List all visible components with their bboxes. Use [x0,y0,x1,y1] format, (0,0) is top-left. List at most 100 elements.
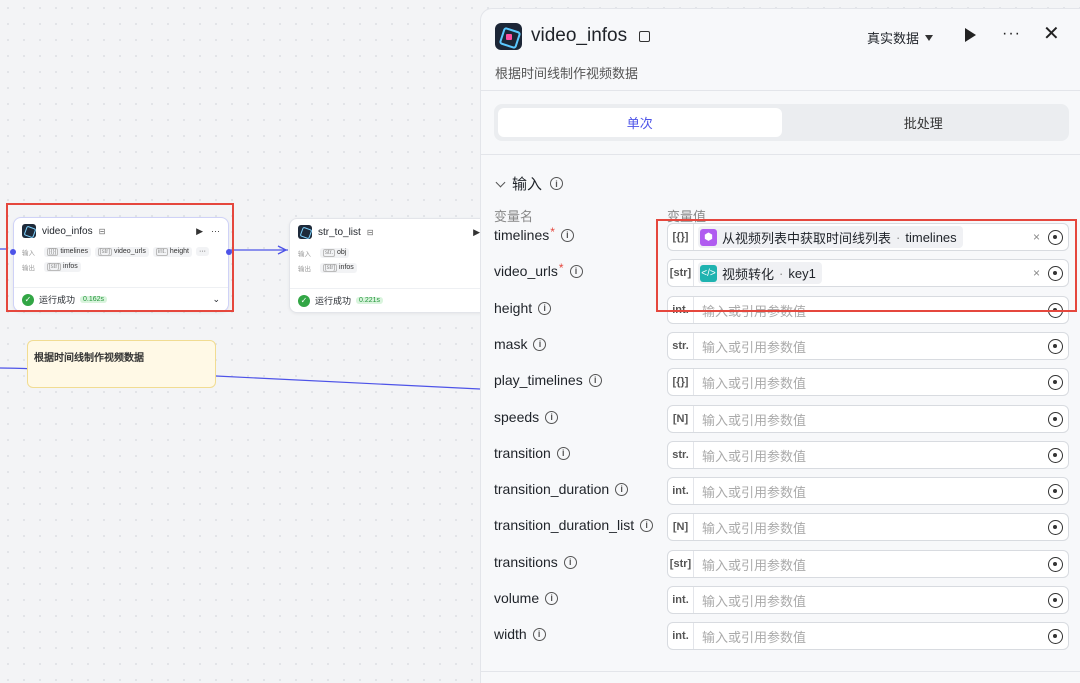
param-name: mask i [494,336,547,352]
type-tag: int. [668,623,694,649]
param-row-transition-duration: transition_duration i int. 输入或引用参数值 [494,477,1069,505]
run-mode-tabs: 单次 批处理 [494,104,1069,141]
type-tag: int. [668,478,694,504]
reference-picker-icon[interactable] [1048,448,1063,463]
info-icon[interactable]: i [533,337,547,351]
reference-picker-icon[interactable] [1048,484,1063,499]
param-value-field[interactable]: [N] 输入或引用参数值 [667,405,1069,433]
required-mark: * [550,225,555,239]
plugin-icon [298,225,312,239]
info-icon[interactable]: i [556,446,570,460]
type-tag: [N] [668,406,694,432]
input-chip: str. obj [320,247,350,258]
node-title: str_to_list [318,226,361,238]
save-icon[interactable] [639,31,650,42]
panel-footer-divider [481,671,1080,672]
param-value-field[interactable]: [N] 输入或引用参数值 [667,513,1069,541]
node-str-to-list[interactable]: str_to_list ⊟ ▶ 输入 str. obj 输出 [str] infos… [289,218,489,313]
close-button[interactable]: ✕ [1043,24,1060,44]
param-value-field[interactable]: int. 输入或引用参数值 [667,586,1069,614]
info-icon[interactable]: i [640,518,654,532]
param-value-input[interactable]: 输入或引用参数值 [702,627,806,646]
param-value-input[interactable]: 输入或引用参数值 [702,555,806,574]
save-icon: ⊟ [366,227,374,237]
param-row-speeds: speeds i [N] 输入或引用参数值 [494,405,1069,433]
node-inputs-row: 输入 str. obj [290,245,488,260]
type-tag: str. [668,333,694,359]
param-name: video_urls * i [494,261,583,279]
comment-note[interactable]: 根据时间线制作视频数据 [27,340,216,388]
type-tag: [{}] [668,369,694,395]
info-icon[interactable]: i [545,591,559,605]
param-row-transitions: transitions i [str] 输入或引用参数值 [494,550,1069,578]
reference-picker-icon[interactable] [1048,375,1063,390]
param-name: speeds i [494,409,559,425]
status-text: 运行成功 [315,296,352,306]
param-row-volume: volume i int. 输入或引用参数值 [494,586,1069,614]
param-value-field[interactable]: int. 输入或引用参数值 [667,477,1069,505]
panel-title: video_infos [531,25,628,46]
param-name: width i [494,626,546,642]
reference-picker-icon[interactable] [1048,520,1063,535]
param-row-width: width i int. 输入或引用参数值 [494,622,1069,650]
success-check-icon: ✓ [298,294,310,307]
panel-header: video_infos 根据时间线制作视频数据 真实数据 ··· ✕ [481,9,1080,91]
param-row-play-timelines: play_timelines i [{}] 输入或引用参数值 [494,368,1069,396]
param-value-input[interactable]: 输入或引用参数值 [702,373,806,392]
param-name: play_timelines i [494,372,602,388]
tab-single[interactable]: 单次 [498,108,782,137]
reference-picker-icon[interactable] [1048,412,1063,427]
info-icon[interactable]: i [560,228,574,242]
reference-picker-icon[interactable] [1048,593,1063,608]
param-value-input[interactable]: 输入或引用参数值 [702,446,806,465]
param-value-field[interactable]: [{}] 输入或引用参数值 [667,368,1069,396]
type-tag: [str] [668,551,694,577]
inputs-label: 输入 [298,250,311,258]
highlight-box [656,219,1077,312]
input-section-header[interactable]: 输入 i [495,173,564,194]
param-row-mask: mask i str. 输入或引用参数值 [494,332,1069,360]
run-duration: 0.221s [356,297,384,304]
info-icon[interactable]: i [569,264,583,278]
node-outputs-row: 输出 [str] infos [290,260,488,275]
reference-picker-icon[interactable] [1048,629,1063,644]
type-tag: [N] [668,514,694,540]
type-tag: str. [668,442,694,468]
required-mark: * [558,261,564,275]
reference-picker-icon[interactable] [1048,339,1063,354]
highlight-box [6,203,234,312]
param-name: transition_duration i [494,481,629,497]
info-icon[interactable]: i [588,373,602,387]
more-options-button[interactable]: ··· [1002,25,1021,43]
run-node-icon[interactable]: ▶ [473,227,480,238]
section-title: 输入 [512,176,543,193]
param-name: transition i [494,445,570,461]
param-value-input[interactable]: 输入或引用参数值 [702,482,806,501]
outputs-label: 输出 [298,265,311,273]
param-name: height i [494,300,552,316]
param-value-field[interactable]: int. 输入或引用参数值 [667,622,1069,650]
tab-batch[interactable]: 批处理 [782,108,1066,137]
param-value-input[interactable]: 输入或引用参数值 [702,337,806,356]
info-icon[interactable]: i [615,482,629,496]
panel-description: 根据时间线制作视频数据 [495,66,639,81]
param-value-field[interactable]: [str] 输入或引用参数值 [667,550,1069,578]
reference-picker-icon[interactable] [1048,557,1063,572]
param-name: volume i [494,590,559,606]
info-icon[interactable]: i [550,177,564,190]
param-value-field[interactable]: str. 输入或引用参数值 [667,332,1069,360]
node-run-status[interactable]: ✓ 运行成功 0.221s [290,288,488,312]
info-icon[interactable]: i [563,555,577,569]
param-value-field[interactable]: str. 输入或引用参数值 [667,441,1069,469]
param-row-transition: transition i str. 输入或引用参数值 [494,441,1069,469]
run-button[interactable] [965,28,976,42]
param-value-input[interactable]: 输入或引用参数值 [702,410,806,429]
param-value-input[interactable]: 输入或引用参数值 [702,591,806,610]
info-icon[interactable]: i [545,410,559,424]
info-icon[interactable]: i [532,627,546,641]
info-icon[interactable]: i [538,301,552,315]
param-value-input[interactable]: 输入或引用参数值 [702,518,806,537]
type-tag: int. [668,587,694,613]
data-mode-dropdown[interactable]: 真实数据 [867,28,934,47]
param-name: transition_duration_list i [494,517,654,533]
